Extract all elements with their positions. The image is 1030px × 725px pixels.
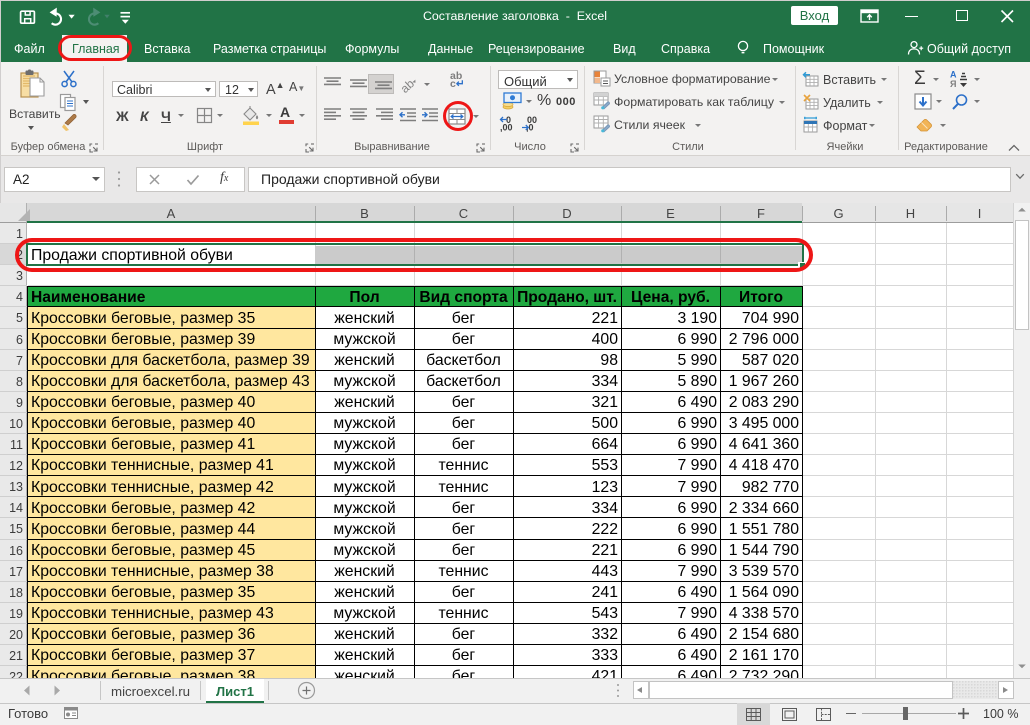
svg-text:ab: ab [398, 76, 418, 96]
svg-text:А: А [950, 70, 957, 80]
svg-text:,00: ,00 [500, 123, 513, 133]
svg-text:Я: Я [950, 79, 956, 89]
